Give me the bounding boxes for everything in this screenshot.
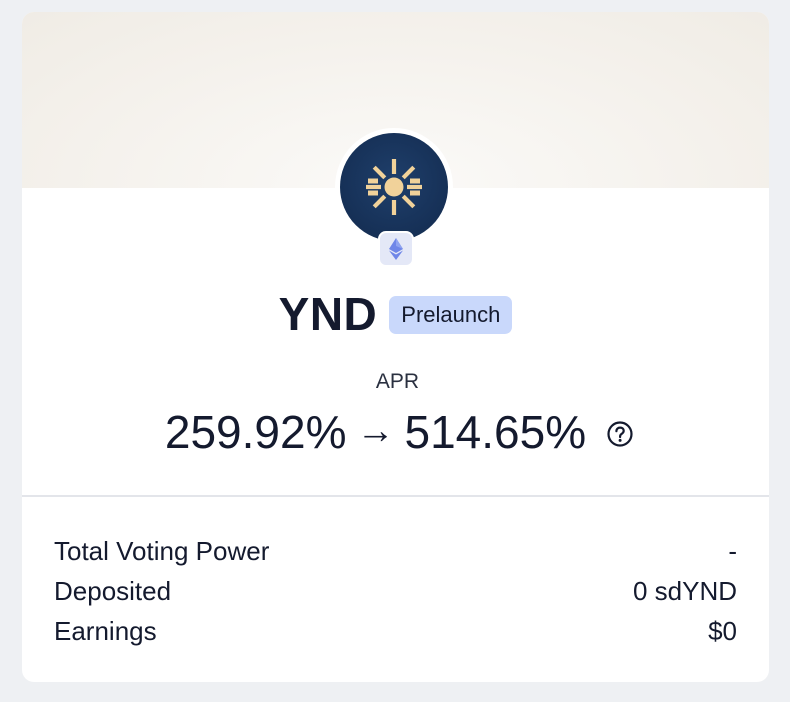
token-title-row: YND Prelaunch	[22, 288, 769, 340]
apr-row: 259.92% → 514.65%	[22, 404, 769, 460]
stat-label: Deposited	[54, 575, 172, 606]
sun-burst-icon	[340, 133, 448, 241]
status-badge: Prelaunch	[389, 296, 513, 334]
ethereum-icon	[378, 231, 414, 267]
divider	[22, 495, 769, 497]
token-avatar	[335, 128, 453, 246]
stat-label: Total Voting Power	[54, 535, 270, 566]
apr-current-value: 259.92%	[164, 406, 347, 458]
stat-row-deposited: Deposited 0 sdYND	[54, 571, 737, 611]
token-card[interactable]: YND Prelaunch APR 259.92% → 514.65% Tota…	[22, 12, 769, 682]
stat-row-earnings: Earnings $0	[54, 611, 737, 651]
stats-list: Total Voting Power - Deposited 0 sdYND E…	[54, 531, 737, 651]
apr-boosted-value: 514.65%	[404, 406, 587, 458]
arrow-right-icon: →	[356, 409, 395, 452]
apr-label: APR	[375, 370, 420, 393]
question-circle-icon[interactable]	[606, 420, 634, 448]
stat-value: 0 sdYND	[632, 575, 737, 606]
stat-value: $0	[708, 615, 737, 646]
stat-row-total-voting-power: Total Voting Power -	[54, 531, 737, 571]
token-name: YND	[278, 288, 378, 340]
stat-label: Earnings	[54, 615, 157, 646]
stat-value: -	[728, 535, 737, 566]
